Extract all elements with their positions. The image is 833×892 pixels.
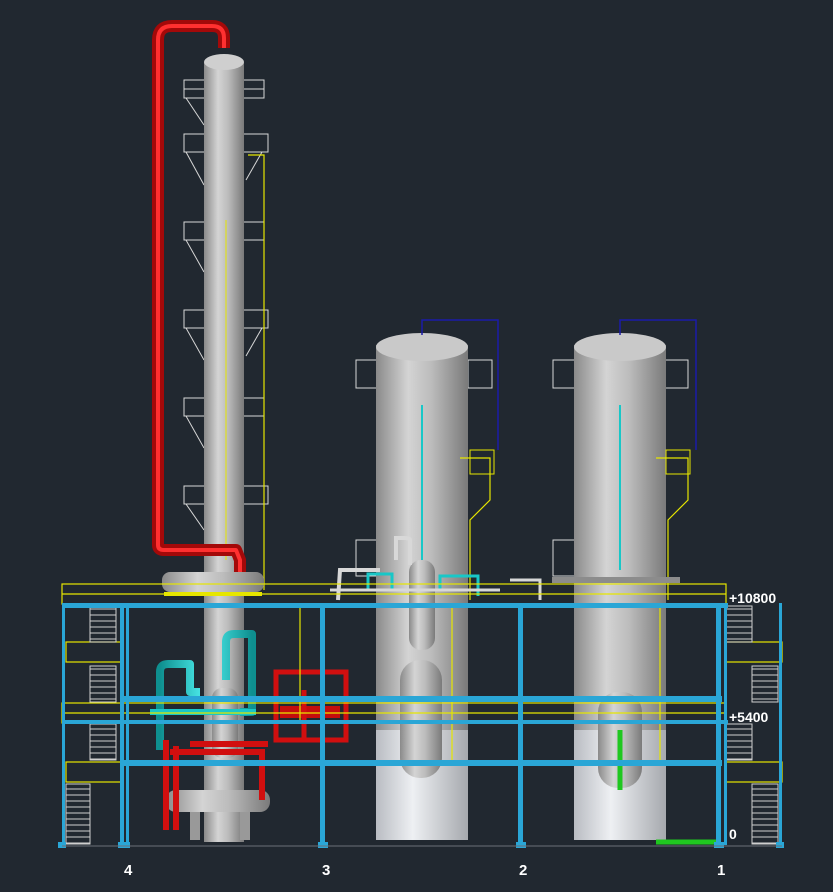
grid-axis-label-1: 1	[717, 862, 726, 879]
elevation-label-mid: +5400	[729, 709, 769, 725]
lower-left-equipment	[150, 630, 349, 840]
plant-elevation-drawing	[58, 20, 784, 848]
grid-axis-label-2: 2	[519, 862, 528, 879]
top-pipe-rack	[162, 572, 542, 600]
elevation-label-ground: 0	[729, 826, 737, 842]
grid-axis-label-3: 3	[322, 862, 331, 879]
grid-axis-label-4: 4	[124, 862, 133, 879]
elevation-label-top: +10800	[729, 590, 777, 606]
